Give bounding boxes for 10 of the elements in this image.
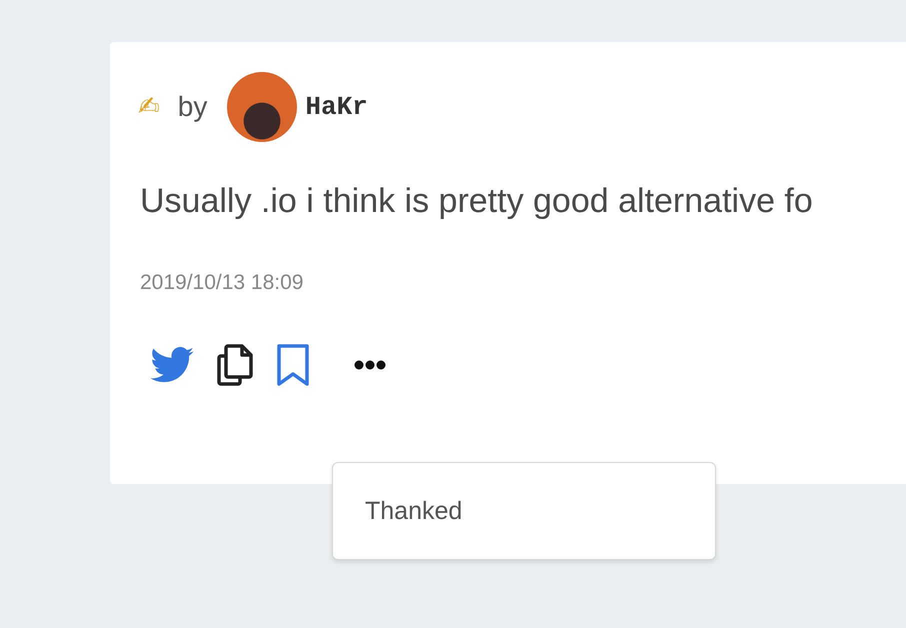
menu-item[interactable]: Thanked — [365, 496, 683, 526]
post-date: 2019/10/13 18:09 — [140, 271, 304, 295]
copy-icon[interactable] — [216, 344, 254, 386]
bird-icon[interactable] — [150, 347, 194, 383]
writing-hand-emoji: ✍ — [138, 92, 160, 122]
bookmark-icon[interactable] — [276, 343, 310, 387]
author-name[interactable]: HaKr — [305, 92, 368, 122]
more-icon[interactable] — [354, 360, 386, 370]
by-label: by — [178, 91, 208, 123]
post-text: Usually .io i think is pretty good alternative fo — [140, 182, 814, 221]
